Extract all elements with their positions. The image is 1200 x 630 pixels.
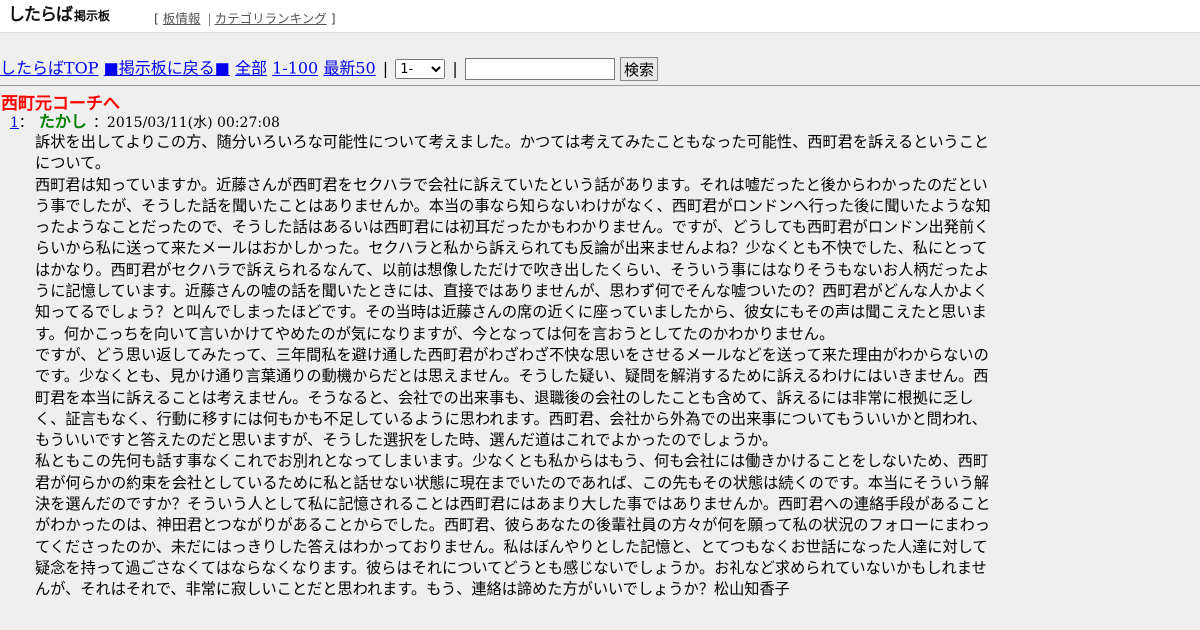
post-number-colon: ： bbox=[18, 115, 33, 131]
nav-pipe: | bbox=[382, 58, 389, 78]
divider bbox=[0, 85, 1200, 86]
range-1-100-link[interactable]: 1-100 bbox=[272, 59, 318, 78]
header-separator: | bbox=[207, 11, 212, 26]
board-info-link[interactable]: 板情報 bbox=[163, 11, 201, 26]
thread-nav: したらばTOP ■掲示板に戻る■ 全部 1-100 最新50 | 1- | 検索 bbox=[0, 57, 658, 83]
bracket-open: [ bbox=[154, 11, 159, 26]
logo-main-text: したらば bbox=[8, 5, 73, 25]
nav-pipe: | bbox=[452, 58, 458, 78]
post-datetime: ：2015/03/11(水) 00:27:08 bbox=[92, 115, 280, 131]
range-select[interactable]: 1- bbox=[395, 59, 446, 79]
post-body: 訴状を出してよりこの方、随分いろいろな可能性について考えました。かつては考えてみ… bbox=[35, 133, 991, 599]
top-bar: したらば 掲示板 [ 板情報 | カテゴリランキング ] bbox=[0, 0, 1200, 33]
post-header: 1： たかし ：2015/03/11(水) 00:27:08 bbox=[10, 112, 280, 133]
search-input[interactable] bbox=[464, 58, 615, 80]
post-number-link[interactable]: 1 bbox=[10, 115, 19, 131]
shitaraba-top-link[interactable]: したらばTOP bbox=[0, 59, 99, 78]
all-posts-link[interactable]: 全部 bbox=[235, 59, 267, 78]
logo-sub-text: 掲示板 bbox=[74, 9, 111, 23]
back-to-board-link[interactable]: ■掲示板に戻る■ bbox=[104, 59, 230, 78]
site-logo[interactable]: したらば 掲示板 bbox=[8, 5, 110, 26]
search-button[interactable]: 検索 bbox=[619, 57, 658, 81]
bracket-close: ] bbox=[330, 11, 336, 26]
thread-title: 西町元コーチへ bbox=[1, 94, 120, 114]
header-links: [ 板情報 | カテゴリランキング ] bbox=[154, 8, 336, 27]
category-ranking-link[interactable]: カテゴリランキング bbox=[215, 11, 327, 26]
poster-name: たかし bbox=[38, 112, 87, 131]
latest-50-link[interactable]: 最新50 bbox=[323, 59, 375, 78]
